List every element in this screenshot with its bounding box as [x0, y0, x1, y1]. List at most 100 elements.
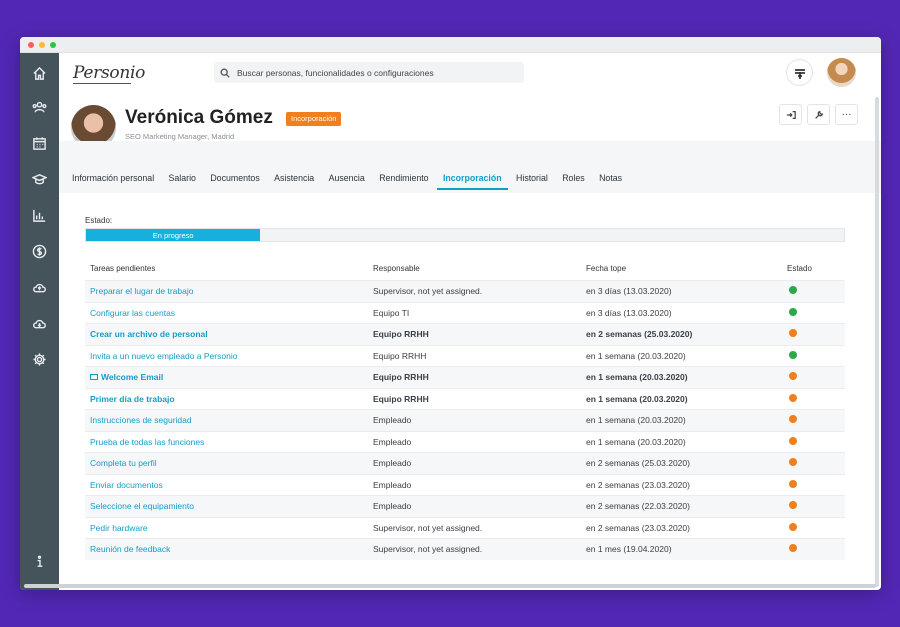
sliders-icon — [794, 68, 805, 79]
due-date-cell: en 1 semana (20.03.2020) — [586, 372, 688, 383]
task-link[interactable]: Welcome Email — [101, 372, 163, 382]
minimize-window-button[interactable] — [39, 42, 45, 48]
status-cell — [782, 415, 845, 425]
sign-in-button[interactable] — [779, 104, 802, 125]
tab-7[interactable]: Historial — [516, 173, 548, 190]
settings-button[interactable] — [807, 104, 830, 125]
tab-0[interactable]: Información personal — [72, 173, 154, 190]
status-dot-pending — [789, 436, 797, 445]
owner-cell: Supervisor, not yet assigned. — [373, 544, 483, 555]
owner-cell: Supervisor, not yet assigned. — [373, 522, 483, 533]
due-date-cell: en 3 días (13.03.2020) — [586, 286, 672, 297]
task-cell: Primer día de trabajo — [85, 394, 368, 404]
calendar-icon[interactable] — [31, 135, 48, 152]
table-row: Invita a un nuevo empleado a Personio Equ… — [85, 344, 845, 367]
people-icon[interactable] — [31, 99, 48, 116]
table-row: Configurar las cuentas Equipo TI en 3 días… — [85, 301, 845, 324]
task-cell: Seleccione el equipamiento — [85, 501, 368, 511]
tab-9[interactable]: Notas — [599, 173, 622, 190]
tab-5[interactable]: Rendimiento — [379, 173, 428, 190]
gear-icon[interactable] — [31, 351, 48, 368]
vertical-scrollbar[interactable] — [875, 97, 879, 587]
status-cell — [782, 350, 845, 361]
status-cell — [782, 458, 845, 468]
estado-label: Estado: — [85, 216, 113, 225]
info-icon[interactable] — [31, 553, 48, 570]
task-link[interactable]: Preparar el lugar de trabajo — [90, 286, 193, 296]
cloud-upload-icon[interactable] — [31, 279, 48, 296]
status-cell — [782, 286, 845, 296]
wrench-icon — [814, 110, 823, 119]
status-cell — [782, 372, 845, 382]
owner-cell: Empleado — [373, 415, 412, 426]
tab-2[interactable]: Documentos — [210, 173, 259, 190]
task-cell: Completa tu perfil — [85, 458, 368, 468]
onboarding-panel: Estado: En progreso Tareas pendientes Re… — [59, 193, 881, 590]
top-bar: Personio Buscar personas, funcionalidade… — [59, 53, 881, 93]
task-link[interactable]: Instrucciones de seguridad — [90, 415, 192, 425]
due-date-cell: en 2 semanas (23.03.2020) — [586, 522, 690, 533]
owner-cell: Empleado — [373, 479, 412, 490]
user-avatar[interactable] — [827, 58, 856, 87]
sidebar — [20, 53, 59, 590]
filter-button[interactable] — [786, 59, 813, 86]
tab-3[interactable]: Asistencia — [274, 173, 314, 190]
task-link[interactable]: Prueba de todas las funciones — [90, 437, 204, 447]
due-date-cell: en 1 semana (20.03.2020) — [586, 350, 686, 361]
status-dot-done — [789, 350, 797, 359]
task-link[interactable]: Reunión de feedback — [90, 544, 170, 554]
task-cell: Prueba de todas las funciones — [85, 437, 368, 447]
task-link[interactable]: Enviar documentos — [90, 480, 163, 490]
task-link[interactable]: Configurar las cuentas — [90, 308, 175, 318]
owner-cell: Supervisor, not yet assigned. — [373, 286, 483, 297]
mail-icon — [90, 374, 98, 381]
status-cell — [782, 307, 845, 318]
task-cell: Instrucciones de seguridad — [85, 415, 368, 425]
table-row: Seleccione el equipamiento Empleado en 2 s… — [85, 495, 845, 517]
status-dot-pending — [789, 501, 797, 510]
task-link[interactable]: Pedir hardware — [90, 523, 148, 533]
search-input[interactable]: Buscar personas, funcionalidades o confi… — [214, 62, 524, 83]
column-header-due: Fecha tope — [586, 263, 627, 273]
task-link[interactable]: Completa tu perfil — [90, 458, 157, 468]
task-cell: Preparar el lugar de trabajo — [85, 286, 368, 296]
cloud-download-icon[interactable] — [31, 315, 48, 332]
task-cell: Welcome Email — [85, 372, 368, 382]
status-dot-pending — [789, 329, 797, 338]
maximize-window-button[interactable] — [50, 42, 56, 48]
horizontal-scrollbar[interactable] — [24, 584, 876, 588]
personio-logo[interactable]: Personio — [73, 63, 145, 83]
task-cell: Invita a un nuevo empleado a Personio — [85, 351, 368, 361]
table-row: Completa tu perfil Empleado en 2 semanas (… — [85, 452, 845, 474]
status-dot-pending — [789, 393, 797, 402]
due-date-cell: en 2 semanas (25.03.2020) — [586, 458, 690, 469]
due-date-cell: en 2 semanas (23.03.2020) — [586, 479, 690, 490]
tab-6[interactable]: Incorporación — [436, 173, 508, 190]
bar-chart-icon[interactable] — [31, 207, 48, 224]
status-dot-pending — [789, 372, 797, 381]
status-dot-pending — [789, 415, 797, 424]
table-row: Prueba de todas las funciones Empleado en … — [85, 430, 845, 453]
status-badge: Incorporación — [286, 112, 342, 126]
home-icon[interactable] — [31, 65, 48, 82]
browser-window: Personio Buscar personas, funcionalidade… — [20, 37, 881, 590]
status-cell — [782, 544, 845, 554]
close-window-button[interactable] — [28, 42, 34, 48]
owner-cell: Empleado — [373, 501, 412, 512]
tab-1[interactable]: Salario — [169, 173, 196, 190]
employee-position: SEO Marketing Manager, Madrid — [125, 132, 235, 141]
column-header-owner: Responsable — [373, 263, 420, 273]
task-link[interactable]: Primer día de trabajo — [90, 394, 175, 404]
table-row: Welcome Email Equipo RRHH en 1 semana (20.… — [85, 366, 845, 388]
tab-8[interactable]: Roles — [562, 173, 585, 190]
task-link[interactable]: Seleccione el equipamiento — [90, 501, 194, 511]
dollar-icon[interactable] — [31, 243, 48, 260]
more-button[interactable]: ··· — [835, 104, 858, 125]
status-cell — [782, 329, 845, 339]
owner-cell: Equipo RRHH — [373, 393, 429, 404]
task-link[interactable]: Invita a un nuevo empleado a Personio — [90, 351, 237, 361]
task-link[interactable]: Crear un archivo de personal — [90, 329, 208, 339]
table-body: Preparar el lugar de trabajo Supervisor, … — [85, 280, 845, 560]
graduation-cap-icon[interactable] — [31, 171, 48, 188]
tab-4[interactable]: Ausencia — [329, 173, 365, 190]
